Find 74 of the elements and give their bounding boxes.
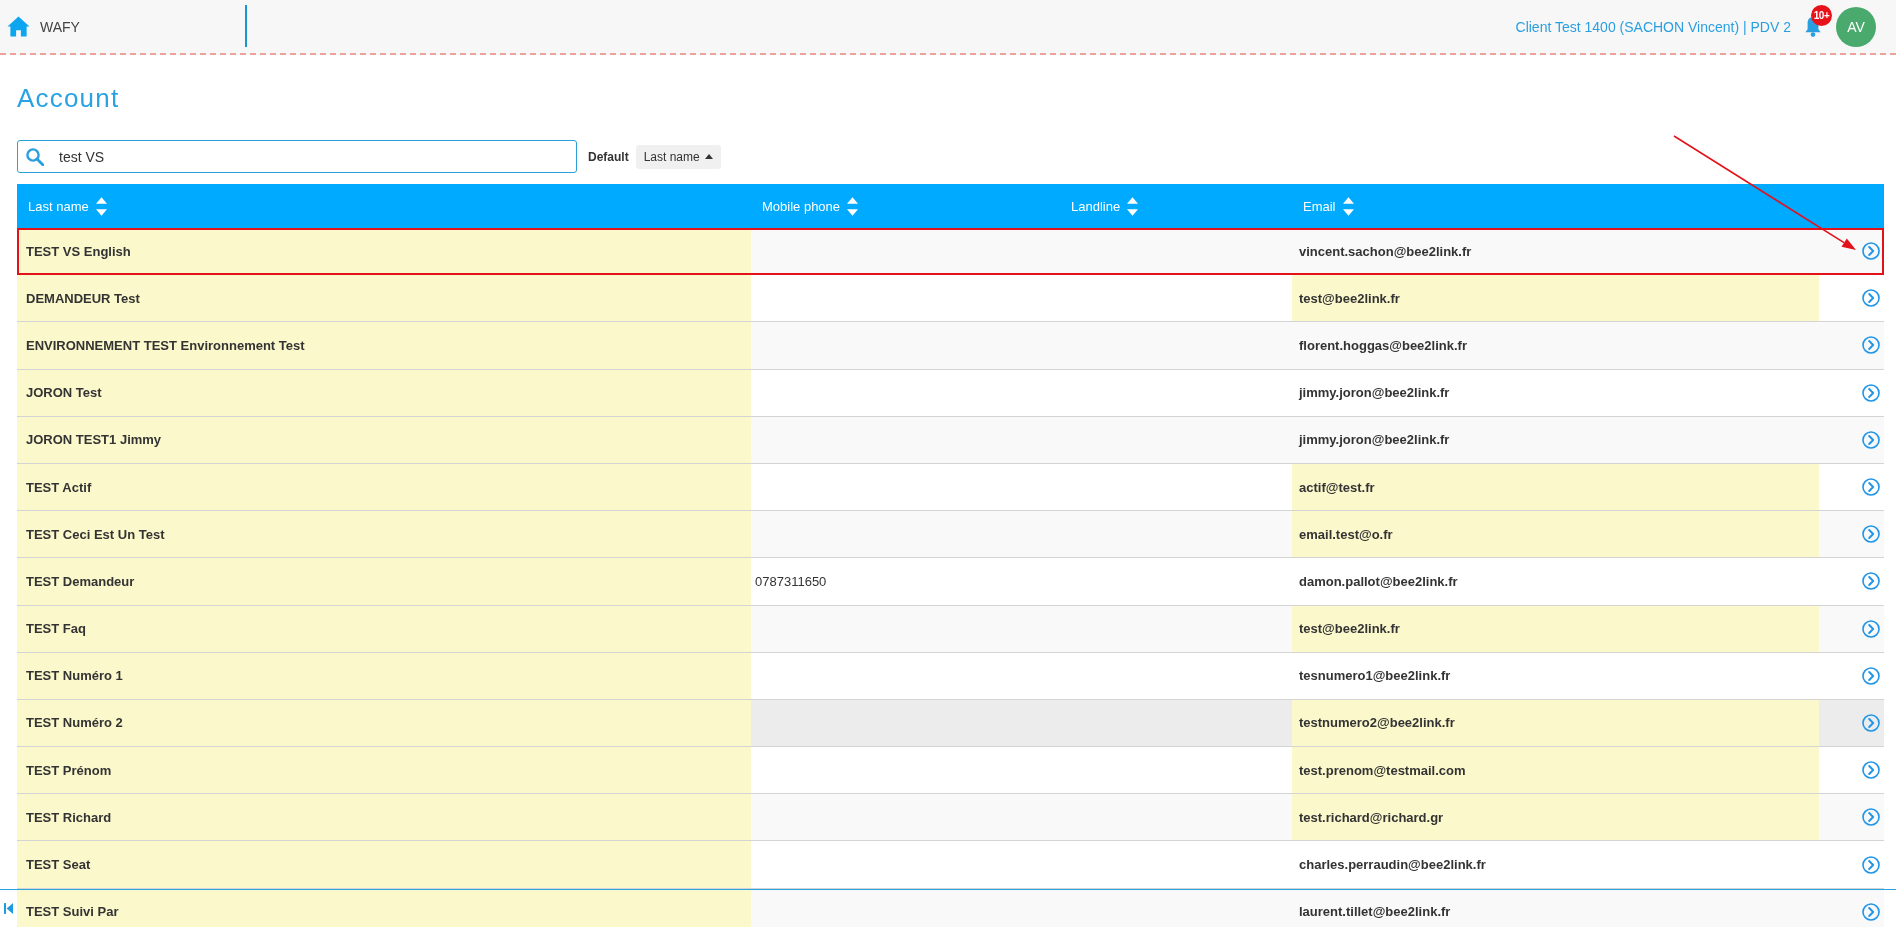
table-cell: test@bee2link.fr xyxy=(1292,605,1819,652)
table-cell: test.richard@richard.gr xyxy=(1292,794,1819,841)
chevron-right-circle-icon[interactable] xyxy=(1862,855,1880,874)
table-cell: TEST Numéro 2 xyxy=(17,699,751,747)
chevron-right-circle-icon[interactable] xyxy=(1862,289,1880,308)
table-cell: test@bee2link.fr xyxy=(1292,275,1819,322)
table-row[interactable]: TEST Suivi Par laurent.tillet@bee2link.fr xyxy=(17,888,1884,927)
sort-field-button[interactable]: Last name xyxy=(635,144,721,169)
table-cell: TEST Demandeur xyxy=(17,558,751,605)
table-cell: TEST Ceci Est Un Test xyxy=(17,511,751,558)
table-cell: TEST VS English xyxy=(17,228,751,275)
table-row[interactable]: TEST Numéro 1 tesnumero1@bee2link.fr xyxy=(17,652,1884,700)
chevron-right-circle-icon[interactable] xyxy=(1862,713,1880,732)
table-row[interactable]: TEST Demandeur 0787311650 damon.pallot@bee2link.fr xyxy=(17,558,1884,606)
table-cell: email.test@o.fr xyxy=(1292,511,1819,558)
table-row[interactable]: TEST Seat charles.perraudin@bee2link.fr xyxy=(17,841,1884,889)
table-row[interactable]: TEST Ceci Est Un Test email.test@o.fr xyxy=(17,511,1884,559)
sort-icon[interactable] xyxy=(1127,196,1139,216)
table-cell-text: damon.pallot@bee2link.fr xyxy=(1298,572,1459,591)
chevron-right-circle-icon[interactable] xyxy=(1862,572,1880,591)
table-cell: JORON Test xyxy=(17,369,751,416)
chevron-right-circle-icon[interactable] xyxy=(1862,336,1880,355)
table-cell-text: tesnumero1@bee2link.fr xyxy=(1298,667,1452,686)
table-cell-text: florent.hoggas@bee2link.fr xyxy=(1298,336,1468,355)
table-cell-text: jimmy.joron@bee2link.fr xyxy=(1297,384,1451,403)
sort-label: Default xyxy=(588,149,629,164)
table-cell-text: charles.perraudin@bee2link.fr xyxy=(1298,856,1487,875)
table-cell: TEST Suivi Par xyxy=(17,888,751,927)
table-cell-text: laurent.tillet@bee2link.fr xyxy=(1298,903,1452,922)
table-cell-text: jimmy.joron@bee2link.fr xyxy=(1297,431,1451,450)
table-cell: TEST Prénom xyxy=(17,747,751,794)
home-icon[interactable] xyxy=(7,16,30,37)
sort-icon[interactable] xyxy=(1342,196,1354,216)
table-cell: testnumero2@bee2link.fr xyxy=(1292,699,1819,747)
table-cell: actif@test.fr xyxy=(1292,463,1819,511)
sort-icon[interactable] xyxy=(95,196,107,216)
chevron-right-circle-icon[interactable] xyxy=(1862,619,1880,638)
table-cell-text: vincent.sachon@bee2link.fr xyxy=(1298,242,1473,261)
sort-icon[interactable] xyxy=(847,196,859,216)
table-row[interactable]: JORON TEST1 Jimmy jimmy.joron@bee2link.fr xyxy=(17,416,1884,464)
table-row[interactable]: ENVIRONNEMENT TEST Environnement Test florent.hoggas@bee2link.fr xyxy=(17,322,1884,370)
table-cell: TEST Seat xyxy=(17,841,751,888)
table-row[interactable]: TEST Numéro 2 testnumero2@bee2link.fr xyxy=(17,699,1884,748)
table-cell: TEST Faq xyxy=(17,605,751,652)
chevron-right-circle-icon[interactable] xyxy=(1862,902,1880,921)
table-cell: TEST Actif xyxy=(17,463,751,511)
table-row[interactable]: TEST Richard test.richard@richard.gr xyxy=(17,794,1884,842)
table-cell: ENVIRONNEMENT TEST Environnement Test xyxy=(17,322,751,369)
chevron-right-circle-icon[interactable] xyxy=(1862,478,1880,497)
chevron-right-circle-icon[interactable] xyxy=(1862,808,1880,827)
app-name[interactable]: WAFY xyxy=(40,18,80,35)
table-cell-text: 0787311650 xyxy=(754,572,828,591)
page-title: Account xyxy=(17,83,121,113)
table-row[interactable]: JORON Test jimmy.joron@bee2link.fr xyxy=(17,369,1884,417)
chevron-right-circle-icon[interactable] xyxy=(1862,761,1880,780)
table-row[interactable]: TEST Prénom test.prenom@testmail.com xyxy=(17,747,1884,795)
search-icon xyxy=(26,148,44,166)
table-cell: TEST Richard xyxy=(17,794,751,841)
table-cell: DEMANDEUR Test xyxy=(17,275,751,322)
chevron-right-circle-icon[interactable] xyxy=(1862,666,1880,685)
table-row[interactable]: TEST Actif actif@test.fr xyxy=(17,463,1884,512)
search-field[interactable]: test VS xyxy=(17,140,577,173)
notification-badge: 10+ xyxy=(1811,5,1832,26)
chevron-right-circle-icon[interactable] xyxy=(1862,525,1880,544)
table-row[interactable]: TEST VS English vincent.sachon@bee2link.fr xyxy=(17,228,1884,276)
chevron-right-circle-icon[interactable] xyxy=(1862,383,1880,402)
table-cell: JORON TEST1 Jimmy xyxy=(17,416,751,463)
table-row[interactable]: DEMANDEUR Test test@bee2link.fr xyxy=(17,275,1884,323)
table-cell: TEST Numéro 1 xyxy=(17,652,751,699)
table-cell: test.prenom@testmail.com xyxy=(1292,747,1819,794)
chevron-right-circle-icon[interactable] xyxy=(1862,430,1880,449)
table-row[interactable]: TEST Faq test@bee2link.fr xyxy=(17,605,1884,653)
chevron-right-circle-icon[interactable] xyxy=(1862,242,1880,261)
first-page-icon[interactable] xyxy=(4,903,13,914)
